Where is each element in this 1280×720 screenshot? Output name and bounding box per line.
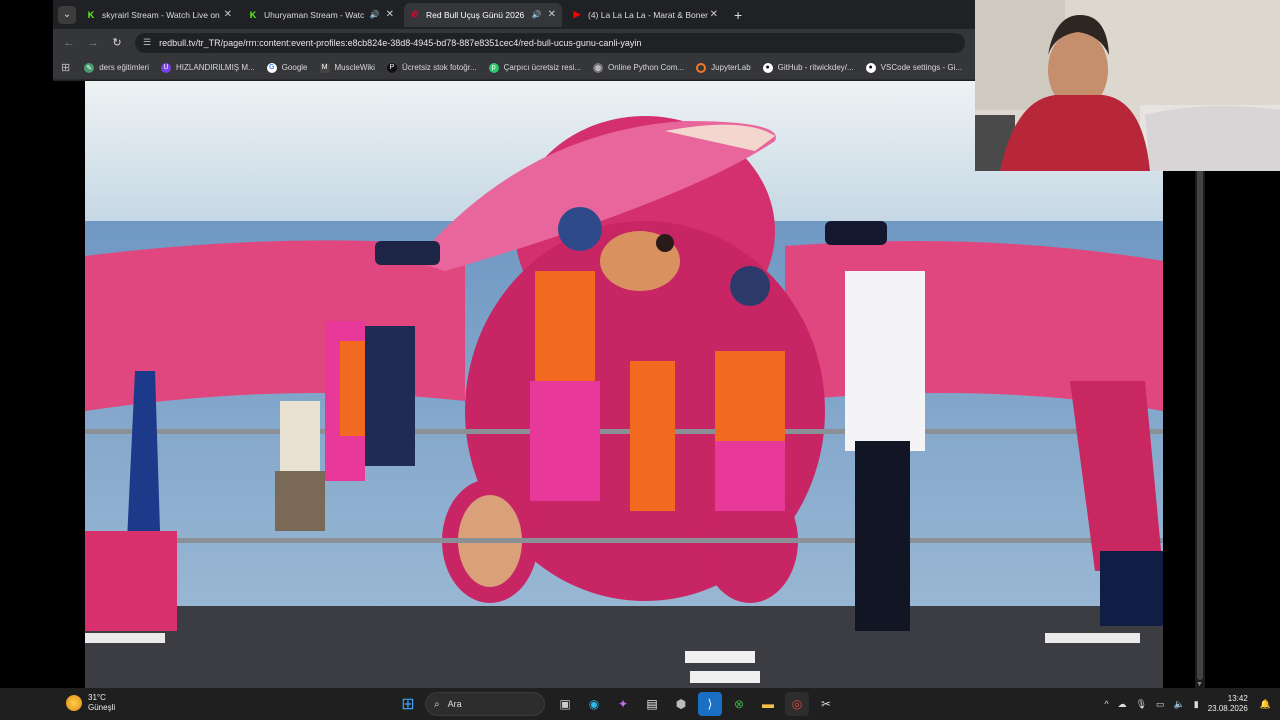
- tab-title: (4) La La La La - Marat & Boner: [588, 9, 709, 20]
- bookmark-label: Google: [281, 63, 308, 72]
- bookmark-label: MuscleWiki: [334, 63, 375, 72]
- address-bar[interactable]: ☰ redbull.tv/tr_TR/page/rrn:content:even…: [135, 32, 965, 53]
- close-icon[interactable]: ✕: [386, 9, 394, 20]
- bookmark-3[interactable]: M MuscleWiki: [319, 62, 375, 73]
- kick-icon: K: [249, 9, 257, 20]
- sun-icon: [66, 695, 82, 711]
- bookmark-label: ders eğitimleri: [99, 63, 150, 72]
- weather-desc: Güneşli: [88, 703, 116, 712]
- video-frame: [85, 81, 1163, 688]
- bookmark-label: VSCode settings - Gi...: [880, 63, 963, 72]
- microphone-icon[interactable]: 🎙: [1136, 699, 1147, 710]
- redbull-icon: ⊘: [411, 9, 419, 19]
- site-info-icon[interactable]: ☰: [143, 37, 151, 48]
- volume-icon[interactable]: 🔈: [1174, 699, 1185, 710]
- new-tab-icon[interactable]: +: [734, 7, 742, 23]
- clock-date: 23.08.2026: [1207, 704, 1248, 713]
- chevron-up-icon[interactable]: ^: [1104, 699, 1108, 709]
- bookmark-label: HIZLANDIRILMIŞ M...: [176, 63, 255, 72]
- vscode-icon[interactable]: ⟩: [698, 692, 722, 716]
- globe-icon: ◍: [593, 62, 604, 73]
- file-explorer-icon[interactable]: ▬: [756, 692, 780, 716]
- weather-temp: 31°C: [88, 693, 106, 702]
- search-label: Ara: [447, 699, 462, 709]
- tab-title: skyrairl Stream - Watch Live on: [102, 9, 220, 20]
- snipping-tool-icon[interactable]: ✂: [814, 692, 838, 716]
- pexels-icon: P: [386, 62, 397, 73]
- bookmark-4[interactable]: P Ücretsiz stok fotoğr...: [386, 62, 477, 73]
- bookmark-7[interactable]: JupyterLab: [696, 62, 751, 73]
- github-icon: ●: [865, 62, 876, 73]
- bookmark-label: Online Python Com...: [608, 63, 685, 72]
- speaker-icon[interactable]: 🔊: [370, 10, 380, 19]
- google-icon: G: [266, 62, 277, 73]
- leaf-icon: ✎: [84, 62, 95, 73]
- github-icon: ●: [762, 62, 773, 73]
- speaker-icon[interactable]: 🔊: [532, 10, 542, 19]
- battery-icon[interactable]: ▮: [1194, 699, 1199, 710]
- tab-3[interactable]: ▶ (4) La La La La - Marat & Boner ✕: [566, 3, 724, 27]
- taskbar-apps: ⊞ ⌕ Ara ▣ ◉ ✦ ▤ ⬢ ⟩ ⊗ ▬ ◎ ✂: [396, 692, 843, 716]
- copilot-icon[interactable]: ✦: [611, 692, 635, 716]
- xbox-icon[interactable]: ⊗: [727, 692, 751, 716]
- close-icon[interactable]: ✕: [224, 9, 232, 20]
- chrome-icon[interactable]: ◎: [785, 692, 809, 716]
- tab-0[interactable]: K skyrairl Stream - Watch Live on ✕: [80, 3, 238, 27]
- page-content: [53, 81, 1205, 688]
- reload-icon[interactable]: ↻: [109, 36, 125, 49]
- jupyter-icon: [696, 62, 707, 73]
- bookmark-2[interactable]: G Google: [266, 62, 308, 73]
- page-scrollbar[interactable]: ▼: [1195, 81, 1205, 688]
- url-text: redbull.tv/tr_TR/page/rrn:content:event-…: [159, 37, 642, 48]
- bookmark-8[interactable]: ● GitHub - ritwickdey/...: [762, 62, 854, 73]
- notification-icon[interactable]: 🔔: [1260, 699, 1271, 710]
- windows-start-icon[interactable]: ⊞: [396, 692, 420, 716]
- tab-title: Red Bull Uçuş Günü 2026 |: [426, 9, 526, 20]
- bookmark-label: GitHub - ritwickdey/...: [777, 63, 854, 72]
- taskbar-search[interactable]: ⌕ Ara: [425, 692, 545, 716]
- youtube-icon: ▶: [573, 9, 581, 19]
- tab-2[interactable]: ⊘ Red Bull Uçuş Günü 2026 | 🔊 ✕: [404, 2, 562, 27]
- store-icon[interactable]: ▤: [640, 692, 664, 716]
- close-icon[interactable]: ✕: [710, 9, 718, 20]
- bookmark-0[interactable]: ✎ ders eğitimleri: [84, 62, 150, 73]
- weather-widget[interactable]: 31°C Güneşli: [66, 693, 115, 713]
- onedrive-icon[interactable]: ☁: [1118, 699, 1127, 710]
- clock-time: 13:42: [1227, 694, 1248, 703]
- bookmark-9[interactable]: ● VSCode settings - Gi...: [865, 62, 963, 73]
- video-player[interactable]: [85, 81, 1163, 688]
- forward-icon[interactable]: →: [85, 37, 101, 49]
- edge-icon[interactable]: ◉: [582, 692, 606, 716]
- bookmark-6[interactable]: ◍ Online Python Com...: [593, 62, 685, 73]
- course-icon: U: [161, 62, 172, 73]
- app-icon[interactable]: ⬢: [669, 692, 693, 716]
- musclewiki-icon: M: [319, 62, 330, 73]
- tab-title: Uhuryaman Stream - Watch: [264, 9, 364, 20]
- taskbar: 31°C Güneşli ⊞ ⌕ Ara ▣ ◉ ✦ ▤ ⬢ ⟩ ⊗ ▬ ◎ ✂…: [0, 688, 1280, 720]
- task-view-icon[interactable]: ▣: [553, 692, 577, 716]
- search-icon: ⌕: [434, 698, 440, 710]
- network-icon[interactable]: ▭: [1156, 699, 1165, 710]
- bookmark-5[interactable]: p Çarpıcı ücretsiz resi...: [488, 62, 582, 73]
- bookmark-label: Ücretsiz stok fotoğr...: [401, 63, 477, 72]
- pixabay-icon: p: [488, 62, 499, 73]
- close-icon[interactable]: ✕: [548, 9, 556, 20]
- bookmark-label: JupyterLab: [711, 63, 751, 72]
- bookmark-1[interactable]: U HIZLANDIRILMIŞ M...: [161, 62, 255, 73]
- webcam-frame: [975, 0, 1280, 171]
- kick-icon: K: [87, 9, 95, 20]
- clock[interactable]: 13:42 23.08.2026: [1208, 694, 1248, 714]
- back-icon[interactable]: ←: [61, 37, 77, 49]
- scroll-down-icon[interactable]: ▼: [1196, 681, 1203, 688]
- tab-1[interactable]: K Uhuryaman Stream - Watch 🔊 ✕: [242, 3, 400, 27]
- webcam-overlay: [975, 0, 1280, 171]
- system-tray: ^ ☁ 🎙 ▭ 🔈 ▮ 13:42 23.08.2026 🔔: [1104, 688, 1280, 720]
- apps-grid-icon[interactable]: ⊞: [61, 61, 70, 74]
- tab-search-button[interactable]: ⌄: [58, 5, 76, 24]
- bookmark-label: Çarpıcı ücretsiz resi...: [503, 63, 582, 72]
